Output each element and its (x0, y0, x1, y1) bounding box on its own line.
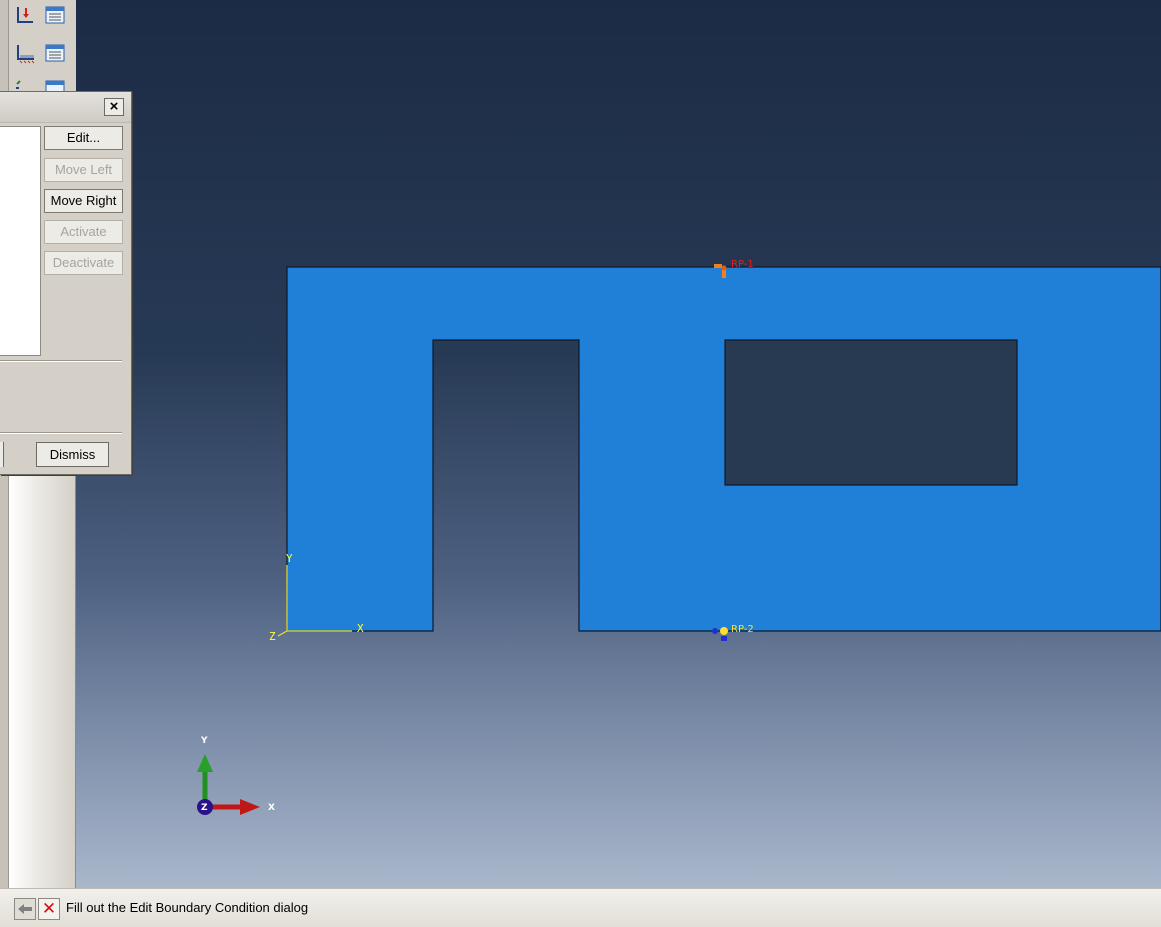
part-geometry[interactable] (286, 266, 1161, 632)
toolbox-column (8, 470, 76, 888)
csys-y-label: Y (286, 552, 293, 565)
deactivate-button[interactable]: Deactivate (44, 251, 123, 275)
dialog-separator-bottom (0, 432, 122, 434)
bc-create-icon[interactable] (14, 4, 36, 26)
move-right-button[interactable]: Move Right (44, 189, 123, 213)
move-left-button[interactable]: Move Left (44, 158, 123, 182)
edit-button[interactable]: Edit... (44, 126, 123, 150)
back-arrow-button[interactable] (14, 898, 36, 920)
activate-button[interactable]: Activate (44, 220, 123, 244)
bc-list[interactable] (0, 126, 41, 356)
triad-z-label: Z (201, 803, 208, 813)
load-manager-icon[interactable] (44, 42, 66, 64)
bc-manager-icon[interactable] (44, 4, 66, 26)
csys-z-label: Z (269, 630, 276, 643)
back-arrow-icon (18, 904, 32, 914)
prompt-bar: ✕ Fill out the Edit Boundary Condition d… (0, 888, 1161, 927)
csys-x-label: X (357, 622, 364, 635)
triad-y-label: Y (200, 736, 208, 746)
load-create-icon[interactable] (14, 42, 36, 64)
dialog-titlebar[interactable]: × (0, 92, 131, 123)
triad-x-label: X (268, 803, 275, 813)
hidden-button-edge[interactable] (0, 442, 4, 467)
rp2-label: RP-2 (731, 624, 754, 635)
view-triad: Z Y X (197, 736, 275, 815)
model-canvas[interactable]: Y X Z RP-1 RP-2 Z Y X (76, 0, 1161, 888)
rp1-label: RP-1 (731, 259, 754, 270)
prompt-message: Fill out the Edit Boundary Condition dia… (66, 900, 309, 915)
dismiss-button[interactable]: Dismiss (36, 442, 109, 467)
graphics-viewport[interactable]: Y X Z RP-1 RP-2 Z Y X (76, 0, 1161, 888)
cancel-procedure-button[interactable]: ✕ (38, 898, 60, 920)
cancel-x-icon: ✕ (41, 899, 57, 918)
dialog-separator (0, 360, 122, 362)
bc-manager-dialog: × Edit... Move Left Move Right Activate … (0, 91, 132, 475)
close-button[interactable]: × (104, 98, 124, 116)
part-hole (724, 339, 1018, 486)
